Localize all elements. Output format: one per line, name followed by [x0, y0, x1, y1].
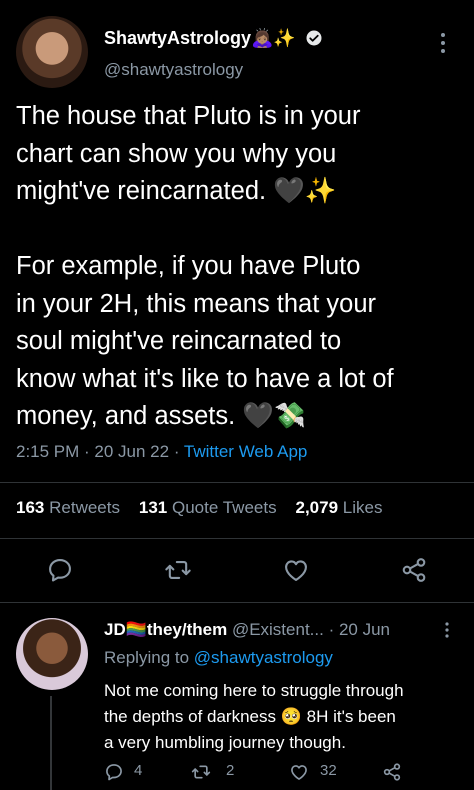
retweet-icon[interactable]	[164, 556, 192, 584]
share-icon[interactable]	[400, 556, 428, 584]
reply-icon[interactable]	[46, 556, 74, 584]
reply-reply-icon[interactable]	[104, 762, 124, 782]
reply-retweet-icon[interactable]	[190, 762, 212, 782]
reply-avatar[interactable]	[16, 618, 88, 690]
quotes-label: Quote Tweets	[172, 498, 277, 517]
tweet-stats: 163 Retweets 131 Quote Tweets 2,079 Like…	[16, 498, 382, 518]
tweet-meta: 2:15 PM · 20 Jun 22 · Twitter Web App	[16, 442, 307, 462]
tweet-text: The house that Pluto is in your chart ca…	[16, 102, 394, 430]
tweet-timestamp[interactable]: 2:15 PM · 20 Jun 22 ·	[16, 442, 184, 461]
reply-like-count: 32	[320, 762, 337, 779]
reply-date[interactable]: · 20 Jun	[329, 620, 390, 639]
replying-to: Replying to @shawtyastrology	[104, 648, 333, 668]
replying-mention[interactable]: @shawtyastrology	[194, 648, 333, 667]
reply-retweet-count: 2	[226, 762, 235, 779]
replying-label: Replying to	[104, 648, 194, 667]
reply-reply-count: 4	[134, 762, 143, 779]
divider	[0, 538, 474, 539]
verified-icon	[306, 30, 322, 46]
divider	[0, 482, 474, 483]
author-avatar[interactable]	[16, 16, 88, 88]
like-icon[interactable]	[282, 556, 310, 584]
retweets-label: Retweets	[49, 498, 120, 517]
tweet-source[interactable]: Twitter Web App	[184, 442, 307, 461]
author-name-row[interactable]: ShawtyAstrology🙇🏽‍♀️✨	[104, 28, 323, 49]
reply-handle[interactable]: @Existent...	[232, 620, 324, 639]
author-handle[interactable]: @shawtyastrology	[104, 60, 243, 80]
quotes-stat[interactable]: 131 Quote Tweets	[139, 498, 277, 517]
quotes-count: 131	[138, 498, 168, 517]
likes-count: 2,079	[295, 498, 339, 517]
retweets-count: 163	[16, 498, 45, 517]
divider	[0, 602, 474, 603]
retweets-stat[interactable]: 163 Retweets	[16, 498, 120, 517]
reply-share-icon[interactable]	[382, 762, 402, 782]
thread-line	[50, 696, 52, 790]
likes-stat[interactable]: 2,079 Likes	[296, 498, 383, 517]
reply-like-icon[interactable]	[288, 762, 310, 782]
more-icon[interactable]	[436, 30, 450, 56]
reply-display-name[interactable]: JD🏳️‍🌈they/them	[104, 620, 227, 639]
reply-more-icon[interactable]	[442, 620, 452, 640]
reply-text: Not me coming here to struggle through t…	[104, 681, 404, 752]
author-display-name[interactable]: ShawtyAstrology🙇🏽‍♀️✨	[104, 28, 296, 48]
reply-header: JD🏳️‍🌈they/them @Existent... · 20 Jun	[104, 620, 390, 640]
likes-label: Likes	[342, 498, 383, 517]
